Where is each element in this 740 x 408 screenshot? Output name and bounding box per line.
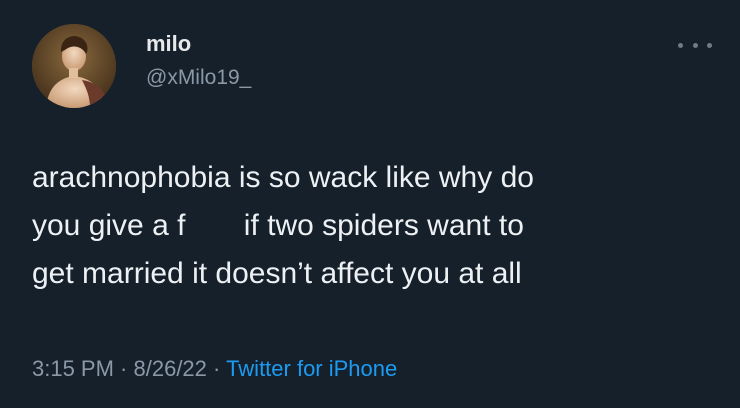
- tweet-time[interactable]: 3:15 PM: [32, 356, 114, 381]
- tweet-line: arachnophobia is so wack like why do: [32, 161, 534, 194]
- more-dot: [692, 42, 698, 48]
- meta-separator: ·: [206, 356, 227, 381]
- tweet-line: get married it doesn’t affect you at all: [32, 257, 522, 290]
- more-options-icon[interactable]: [678, 36, 712, 54]
- avatar-portrait-icon: [32, 24, 116, 108]
- tweet-date[interactable]: 8/26/22: [134, 356, 207, 381]
- meta-separator: ·: [113, 356, 134, 381]
- more-dot: [678, 42, 683, 48]
- username-handle[interactable]: @xMilo19_: [146, 66, 251, 90]
- tweet-meta: 3:15 PM · 8/26/22 · Twitter for iPhone: [32, 356, 397, 382]
- tweet-card: milo @xMilo19_ arachnophobia is so wack …: [0, 0, 740, 408]
- avatar[interactable]: [32, 24, 116, 108]
- tweet-line: you give a f if two spiders want to: [32, 209, 524, 242]
- display-name[interactable]: milo: [146, 31, 191, 57]
- tweet-source[interactable]: Twitter for iPhone: [226, 356, 397, 381]
- tweet-text: arachnophobia is so wack like why do you …: [32, 154, 722, 298]
- more-dot: [707, 42, 712, 48]
